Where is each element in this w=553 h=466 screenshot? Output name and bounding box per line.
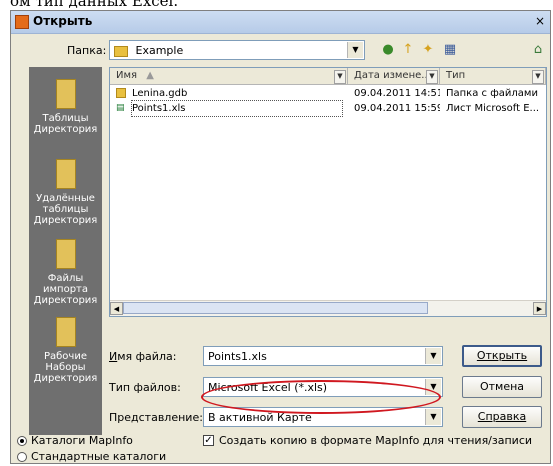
file-date: 09.04.2011 15:59 bbox=[354, 103, 440, 114]
chevron-down-icon[interactable]: ▼ bbox=[425, 379, 441, 395]
scroll-right-icon[interactable]: ▶ bbox=[533, 302, 546, 315]
chevron-down-icon[interactable]: ▼ bbox=[334, 70, 346, 84]
file-name: Lenina.gdb bbox=[132, 88, 188, 99]
column-name-label: Имя bbox=[116, 70, 138, 81]
open-button-label: Открыть bbox=[476, 349, 528, 362]
file-type: Лист Microsoft E... bbox=[446, 103, 540, 114]
filename-label: Имя файла: bbox=[109, 350, 177, 363]
excel-file-icon: ▤ bbox=[116, 103, 125, 113]
new-folder-icon[interactable]: ✦ bbox=[419, 41, 437, 59]
chevron-down-icon[interactable]: ▼ bbox=[532, 70, 544, 84]
chevron-down-icon[interactable]: ▼ bbox=[347, 42, 363, 58]
place-workspaces-label: Рабочие Наборы Директория bbox=[33, 351, 98, 384]
chevron-down-icon[interactable]: ▼ bbox=[426, 70, 438, 84]
file-row[interactable]: ▤ Points1.xls 09.04.2011 15:59 Лист Micr… bbox=[110, 100, 546, 117]
place-remote-tables[interactable]: Удалённые таблицы Директория bbox=[29, 159, 102, 226]
chevron-down-icon[interactable]: ▼ bbox=[425, 409, 441, 425]
look-in-combo[interactable]: Example ▼ bbox=[109, 40, 365, 60]
places-bar: Таблицы Директория Удалённые таблицы Дир… bbox=[29, 67, 102, 435]
copy-checkbox-label: Создать копию в формате MapInfo для чтен… bbox=[219, 434, 533, 447]
folder-icon bbox=[55, 239, 76, 269]
cancel-button-label: Отмена bbox=[479, 380, 525, 393]
copy-checkbox[interactable]: ✓ bbox=[203, 435, 214, 446]
file-type: Папка с файлами bbox=[446, 88, 538, 99]
dialog-title: Открыть bbox=[33, 14, 93, 28]
place-tables-label: Таблицы Директория bbox=[33, 113, 98, 135]
folder-icon bbox=[55, 159, 76, 189]
view-value: В активной Карте bbox=[208, 411, 312, 424]
folder-icon bbox=[114, 45, 128, 57]
place-import-files-label: Файлы импорта Директория bbox=[33, 273, 98, 306]
place-workspaces[interactable]: Рабочие Наборы Директория bbox=[29, 317, 102, 384]
cancel-button[interactable]: Отмена bbox=[462, 376, 542, 398]
filetype-label: Тип файлов: bbox=[109, 381, 181, 394]
file-name: Points1.xls bbox=[131, 100, 343, 117]
help-button-label: Справка bbox=[477, 410, 527, 423]
title-bar: Открыть × bbox=[11, 11, 550, 34]
scroll-thumb[interactable] bbox=[123, 302, 428, 314]
open-dialog: Открыть × Папка: Example ▼ ● ↑ ✦ ▦ ⌂ Таб… bbox=[10, 10, 551, 464]
place-tables[interactable]: Таблицы Директория bbox=[29, 79, 102, 135]
column-header-date[interactable]: Дата измене... ▼ bbox=[348, 68, 440, 85]
radio-standard-label: Стандартные каталоги bbox=[31, 450, 167, 463]
network-icon[interactable]: ⌂ bbox=[529, 41, 547, 59]
radio-mapinfo-dirs[interactable] bbox=[17, 436, 27, 446]
back-icon[interactable]: ● bbox=[379, 41, 397, 59]
app-icon bbox=[15, 15, 29, 29]
place-import-files[interactable]: Файлы импорта Директория bbox=[29, 239, 102, 306]
look-in-value-wrap: Example bbox=[114, 44, 183, 57]
filetype-value: Microsoft Excel (*.xls) bbox=[208, 381, 328, 394]
page-caption-text: ом тип данных Excel. bbox=[10, 0, 179, 10]
view-menu-icon[interactable]: ▦ bbox=[441, 41, 459, 59]
view-select[interactable]: В активной Карте ▼ bbox=[203, 407, 443, 427]
radio-mapinfo-label: Каталоги MapInfo bbox=[31, 434, 133, 447]
column-header-type[interactable]: Тип ▼ bbox=[440, 68, 546, 85]
horizontal-scrollbar[interactable]: ◀ ▶ bbox=[110, 300, 546, 316]
column-date-label: Дата измене... bbox=[354, 70, 431, 81]
sort-ascending-icon: ▲ bbox=[146, 70, 154, 81]
folder-icon bbox=[55, 317, 76, 347]
view-label: Представление: bbox=[109, 411, 203, 424]
up-folder-icon[interactable]: ↑ bbox=[399, 41, 417, 59]
column-type-label: Тип bbox=[446, 70, 466, 81]
file-row[interactable]: Lenina.gdb 09.04.2011 14:51 Папка с файл… bbox=[110, 86, 546, 101]
column-header-name[interactable]: Имя ▲ ▼ bbox=[110, 68, 348, 85]
open-button[interactable]: Открыть bbox=[462, 345, 542, 367]
close-icon[interactable]: × bbox=[532, 14, 548, 30]
file-list[interactable]: Имя ▲ ▼ Дата измене... ▼ Тип ▼ Lenina.gd… bbox=[109, 67, 547, 317]
filetype-select[interactable]: Microsoft Excel (*.xls) ▼ bbox=[203, 377, 443, 397]
help-button[interactable]: Справка bbox=[462, 406, 542, 428]
chevron-down-icon[interactable]: ▼ bbox=[425, 348, 441, 364]
filename-input[interactable]: Points1.xls ▼ bbox=[203, 346, 443, 366]
radio-standard-dirs[interactable] bbox=[17, 452, 27, 462]
scroll-left-icon[interactable]: ◀ bbox=[110, 302, 123, 315]
filename-value: Points1.xls bbox=[208, 350, 267, 363]
place-remote-tables-label: Удалённые таблицы Директория bbox=[33, 193, 98, 226]
folder-icon bbox=[116, 86, 130, 101]
look-in-value: Example bbox=[135, 44, 184, 57]
folder-icon bbox=[55, 79, 76, 109]
file-date: 09.04.2011 14:51 bbox=[354, 88, 440, 99]
look-in-label: Папка: bbox=[67, 44, 107, 57]
